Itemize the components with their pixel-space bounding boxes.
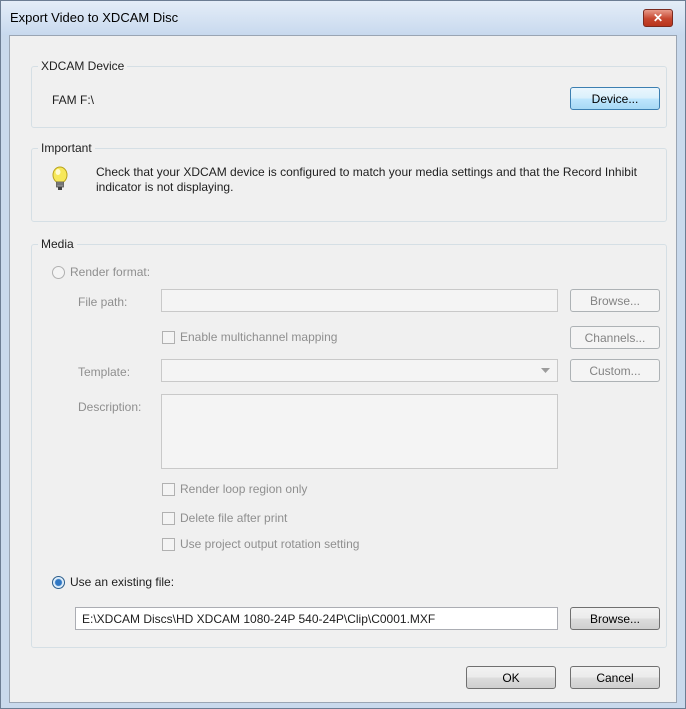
delete-after-print-label: Delete file after print — [180, 511, 288, 525]
existing-file-path-input[interactable]: E:\XDCAM Discs\HD XDCAM 1080-24P 540-24P… — [75, 607, 558, 630]
important-message: Check that your XDCAM device is configur… — [96, 165, 637, 194]
existing-file-browse-label: Browse... — [589, 611, 640, 626]
use-existing-file-label: Use an existing file: — [70, 575, 175, 589]
render-format-radio[interactable] — [52, 266, 65, 279]
lightbulb-icon — [52, 166, 68, 190]
existing-file-browse-button[interactable]: Browse... — [570, 607, 660, 630]
custom-button-label: Custom... — [589, 363, 641, 378]
file-path-label: File path: — [78, 295, 128, 309]
file-path-browse-label: Browse... — [589, 293, 640, 308]
export-dialog-window: Export Video to XDCAM Disc ✕ XDCAM Devic… — [0, 0, 686, 709]
cancel-button[interactable]: Cancel — [570, 666, 660, 689]
render-loop-checkbox[interactable] — [162, 483, 175, 496]
description-box[interactable] — [161, 394, 558, 469]
template-label: Template: — [78, 365, 131, 379]
close-icon: ✕ — [652, 11, 664, 25]
description-label: Description: — [78, 400, 142, 414]
xdcam-device-group-label: XDCAM Device — [38, 59, 128, 73]
window-title: Export Video to XDCAM Disc — [10, 10, 179, 25]
ok-button[interactable]: OK — [466, 666, 556, 689]
dialog-client-area: XDCAM Device FAM F:\ Device... Important… — [9, 35, 677, 703]
file-path-input[interactable] — [161, 289, 558, 312]
multichannel-label: Enable multichannel mapping — [180, 330, 338, 344]
delete-after-print-checkbox[interactable] — [162, 512, 175, 525]
close-button[interactable]: ✕ — [643, 9, 673, 27]
custom-button[interactable]: Custom... — [570, 359, 660, 382]
file-path-browse-button[interactable]: Browse... — [570, 289, 660, 312]
channels-button[interactable]: Channels... — [570, 326, 660, 349]
rotation-setting-checkbox[interactable] — [162, 538, 175, 551]
multichannel-checkbox[interactable] — [162, 331, 175, 344]
template-select[interactable] — [161, 359, 558, 382]
device-button[interactable]: Device... — [570, 87, 660, 110]
channels-button-label: Channels... — [584, 330, 646, 345]
render-format-label: Render format: — [70, 265, 151, 279]
media-group-label: Media — [38, 237, 77, 251]
important-group-label: Important — [38, 141, 95, 155]
use-existing-file-radio[interactable] — [52, 576, 65, 589]
device-button-label: Device... — [591, 91, 639, 106]
cancel-button-label: Cancel — [596, 670, 634, 685]
chevron-down-icon — [541, 368, 550, 373]
render-loop-label: Render loop region only — [180, 482, 308, 496]
rotation-setting-label: Use project output rotation setting — [180, 537, 360, 551]
device-path: FAM F:\ — [52, 93, 94, 107]
title-bar[interactable]: Export Video to XDCAM Disc ✕ — [1, 1, 685, 35]
ok-button-label: OK — [502, 670, 520, 685]
